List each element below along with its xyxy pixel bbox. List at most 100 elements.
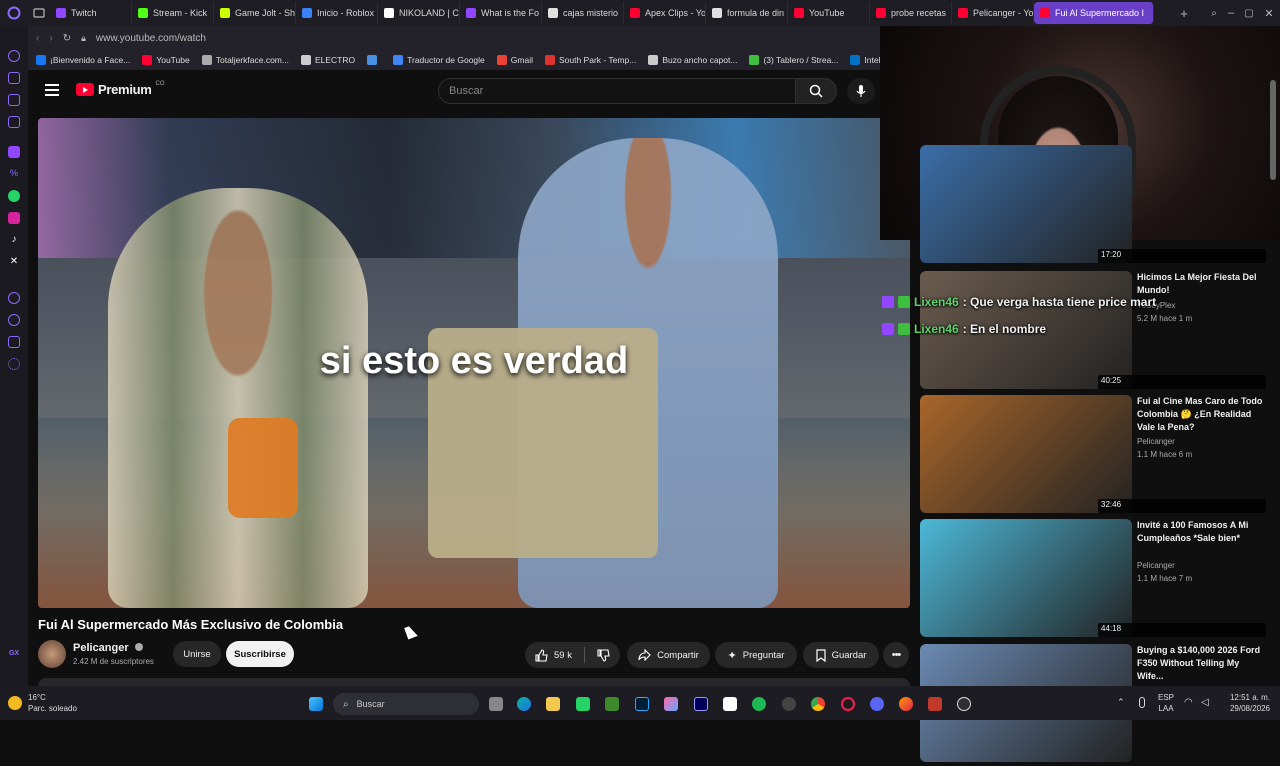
sidebar-gx-icon[interactable]: GX — [9, 650, 19, 657]
input-language[interactable]: ESP LAA — [1158, 692, 1174, 714]
browser-tab[interactable]: Inicio - Roblox — [296, 2, 378, 24]
browser-logo-icon[interactable] — [0, 6, 28, 20]
browser-tab[interactable]: NIKOLAND | C — [378, 2, 460, 24]
share-button[interactable]: Compartir — [627, 642, 710, 668]
browser-tab[interactable]: Stream - Kick — [132, 2, 214, 24]
recommended-channel[interactable]: Pelicanger — [1137, 437, 1175, 446]
copilot-icon[interactable] — [664, 697, 678, 711]
save-button[interactable]: Guardar — [803, 642, 879, 668]
close-window-icon[interactable]: ✕ — [1258, 7, 1280, 20]
bookmark-item[interactable]: South Park - Temp... — [544, 55, 636, 65]
tab-overview-icon[interactable] — [28, 8, 50, 18]
store-icon[interactable] — [723, 697, 737, 711]
discord-icon[interactable] — [870, 697, 884, 711]
bookmark-item[interactable]: Buzo ancho capot... — [648, 55, 737, 65]
tray-chevron-icon[interactable]: ⌃ — [1117, 697, 1125, 708]
firefox-icon[interactable] — [899, 697, 913, 711]
windows-start-icon[interactable] — [309, 697, 323, 711]
reload-icon[interactable]: ↻ — [63, 33, 71, 44]
photoshop-icon[interactable] — [635, 697, 649, 711]
sidebar-percent-icon[interactable]: % — [8, 168, 20, 180]
search-tabs-icon[interactable]: ⌕ — [1206, 8, 1222, 19]
sidebar-messenger-icon[interactable] — [8, 94, 20, 106]
recording-app-icon[interactable] — [928, 697, 942, 711]
url-field[interactable]: www.youtube.com/watch — [96, 33, 206, 44]
minimize-icon[interactable]: – — [1222, 7, 1240, 19]
sidebar-tiktok-icon[interactable]: ♪ — [8, 234, 20, 246]
browser-tab[interactable]: probe recetas — [870, 2, 952, 24]
premiere-icon[interactable] — [694, 697, 708, 711]
browser-tab[interactable]: Fui Al Supermercado I — [1034, 2, 1154, 24]
sidebar-m-icon[interactable] — [8, 116, 20, 128]
back-icon[interactable]: ‹ — [36, 33, 39, 44]
ask-button[interactable]: ✦ Preguntar — [715, 642, 797, 668]
recommended-title[interactable]: Invité a 100 Famosos A Mi Cumpleaños *Sa… — [1137, 519, 1267, 545]
recommended-video[interactable]: 17:20 — [920, 145, 1270, 267]
opera-gx-icon[interactable] — [841, 697, 855, 711]
file-explorer-icon[interactable] — [546, 697, 560, 711]
sidebar-settings-icon[interactable] — [8, 358, 20, 370]
sidebar-history-icon[interactable] — [8, 314, 20, 326]
browser-tab[interactable]: cajas misterio — [542, 2, 624, 24]
recommended-title[interactable]: Fui al Cine Mas Caro de Todo Colombia 🤔 … — [1137, 395, 1267, 434]
weather-widget[interactable]: 16°C Parc. soleado — [8, 692, 77, 714]
search-button[interactable] — [795, 78, 837, 104]
bookmark-item[interactable]: Intel Play — [850, 55, 880, 65]
sidebar-twitch-icon[interactable] — [8, 146, 20, 158]
voice-search-button[interactable] — [847, 78, 875, 104]
bookmark-item[interactable]: YouTube — [142, 55, 190, 65]
dislike-button[interactable] — [597, 648, 610, 662]
video-player[interactable]: si esto es verdad — [38, 118, 910, 608]
page-scrollbar[interactable] — [1270, 80, 1276, 180]
browser-tab[interactable]: Apex Clips - Yo — [624, 2, 706, 24]
bookmark-item[interactable] — [367, 55, 381, 65]
recommended-title[interactable]: Buying a $140,000 2026 Ford F350 Without… — [1137, 644, 1267, 683]
like-button[interactable]: 59 k — [535, 648, 572, 662]
recommended-channel[interactable]: Pelicanger — [1137, 561, 1175, 570]
taskbar-search[interactable]: ⌕ Buscar — [333, 693, 479, 715]
browser-tab[interactable]: What is the Fo — [460, 2, 542, 24]
video-thumbnail[interactable] — [920, 395, 1132, 513]
join-button[interactable]: Unirse — [173, 641, 221, 667]
whatsapp-icon[interactable] — [576, 697, 590, 711]
edge-icon[interactable] — [517, 697, 531, 711]
sidebar-x-icon[interactable]: ✕ — [8, 256, 20, 268]
recommended-video[interactable]: 32:46 Fui al Cine Mas Caro de Todo Colomb… — [920, 395, 1270, 517]
channel-name[interactable]: Pelicanger — [73, 642, 143, 654]
new-tab-icon[interactable]: + — [1176, 6, 1192, 21]
browser-tab[interactable]: Game Jolt - Sh — [214, 2, 296, 24]
recommended-video[interactable]: 44:18 Invité a 100 Famosos A Mi Cumpleaño… — [920, 519, 1270, 641]
steam-icon[interactable] — [782, 697, 796, 711]
browser-tab[interactable]: Pelicanger - Yo — [952, 2, 1034, 24]
minecraft-icon[interactable] — [605, 697, 619, 711]
sidebar-player-icon[interactable] — [8, 292, 20, 304]
spotify-icon[interactable] — [752, 697, 766, 711]
video-thumbnail[interactable] — [920, 519, 1132, 637]
more-options-button[interactable]: ••• — [883, 642, 909, 668]
bookmark-item[interactable]: Traductor de Google — [393, 55, 485, 65]
browser-tab[interactable]: Twitch — [50, 2, 132, 24]
sidebar-home-icon[interactable] — [8, 50, 20, 62]
tray-mic-icon[interactable] — [1139, 697, 1145, 708]
menu-icon[interactable] — [45, 84, 59, 96]
bookmark-item[interactable]: (3) Tablero / Strea... — [749, 55, 838, 65]
browser-tab[interactable]: formula de din — [706, 2, 788, 24]
bookmark-item[interactable]: Totaljerkface.com... — [201, 55, 289, 65]
search-input[interactable]: Buscar — [438, 78, 796, 104]
bookmark-item[interactable]: ELECTRO — [300, 55, 355, 65]
task-view-icon[interactable] — [489, 697, 503, 711]
sidebar-extension-icon[interactable] — [8, 72, 20, 84]
sidebar-box-icon[interactable] — [8, 336, 20, 348]
taskbar-clock[interactable]: 12:51 a. m. 29/08/2026 — [1192, 692, 1270, 714]
video-thumbnail[interactable] — [920, 145, 1132, 263]
maximize-icon[interactable]: ▢ — [1240, 8, 1258, 19]
browser-tab[interactable]: YouTube — [788, 2, 870, 24]
sidebar-instagram-icon[interactable] — [8, 212, 20, 224]
channel-avatar[interactable] — [38, 640, 66, 668]
chrome-icon[interactable] — [811, 697, 825, 711]
obs-icon[interactable] — [957, 697, 971, 711]
description-box[interactable] — [38, 678, 910, 686]
sidebar-whatsapp-icon[interactable] — [8, 190, 20, 202]
forward-icon[interactable]: › — [49, 33, 52, 44]
bookmark-item[interactable]: ¡Bienvenido a Face... — [36, 55, 130, 65]
